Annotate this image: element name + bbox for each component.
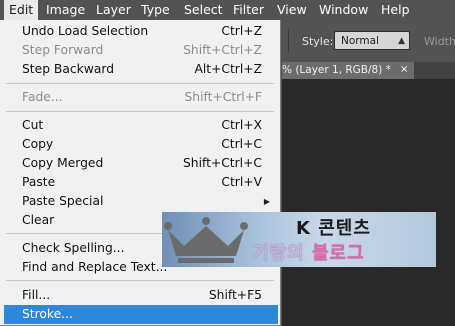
style-dropdown[interactable]: Normal ▲: [334, 31, 410, 50]
menu-item-shortcut: Shift+Ctrl+C: [182, 156, 262, 170]
menu-item-label: Cut: [22, 118, 44, 132]
menu-type[interactable]: Type: [136, 0, 175, 20]
style-value: Normal: [341, 35, 379, 47]
menu-item-label: Paste: [22, 175, 56, 189]
menu-item-label: Step Backward: [22, 62, 114, 76]
menu-item-paste-special[interactable]: Paste Special ▶: [0, 192, 279, 211]
menu-item-stroke[interactable]: Stroke...: [4, 305, 278, 324]
menu-item-shortcut: Alt+Ctrl+Z: [194, 62, 262, 76]
updown-arrows-icon: ▲: [398, 36, 405, 46]
menu-item-undo-load-selection[interactable]: Undo Load Selection Ctrl+Z: [0, 22, 279, 41]
watermark-subtitle: 기랑의 블로그: [252, 239, 365, 265]
menu-item-step-forward[interactable]: Step Forward Shift+Ctrl+Z: [0, 41, 279, 60]
document-tab[interactable]: % (Layer 1, RGB/8) * ×: [282, 62, 414, 79]
menu-item-copy[interactable]: Copy Ctrl+C: [0, 135, 279, 154]
menu-bar: Edit Image Layer Type Select Filter View…: [0, 0, 455, 20]
options-bar: Style: Normal ▲ Width:: [282, 20, 455, 63]
crown-icon: [164, 217, 248, 263]
menu-separator: [6, 111, 274, 112]
menu-item-fade[interactable]: Fade... Shift+Ctrl+F: [0, 88, 279, 107]
menu-item-fill[interactable]: Fill... Shift+F5: [0, 286, 279, 305]
menu-help[interactable]: Help: [376, 0, 415, 20]
menu-item-cut[interactable]: Cut Ctrl+X: [0, 116, 279, 135]
menu-item-shortcut: Ctrl+Z: [221, 24, 262, 38]
watermark-subtitle-b: 블로그: [311, 243, 365, 264]
width-label: Width:: [424, 35, 455, 48]
menu-item-shortcut: Ctrl+C: [221, 137, 262, 151]
menu-edit[interactable]: Edit: [4, 0, 39, 20]
menu-item-label: Stroke...: [22, 307, 73, 321]
menu-item-shortcut: Ctrl+X: [221, 118, 262, 132]
close-icon[interactable]: ×: [400, 62, 408, 78]
canvas-workspace: [282, 79, 455, 326]
menu-item-label: Clear: [22, 213, 55, 227]
menu-item-label: Undo Load Selection: [22, 24, 149, 38]
watermark-banner: K 콘텐츠 기랑의 블로그: [162, 212, 436, 267]
menu-separator: [6, 83, 274, 84]
menu-item-shortcut: Shift+Ctrl+Z: [183, 43, 262, 57]
menu-item-label: Paste Special: [22, 194, 104, 208]
menu-window[interactable]: Window: [314, 0, 373, 20]
menu-item-label: Step Forward: [22, 43, 104, 57]
edit-menu: Undo Load Selection Ctrl+Z Step Forward …: [0, 20, 281, 326]
menu-item-shortcut: Ctrl+V: [221, 175, 262, 189]
menu-item-paste[interactable]: Paste Ctrl+V: [0, 173, 279, 192]
menu-select[interactable]: Select: [179, 0, 228, 20]
menu-image[interactable]: Image: [41, 0, 90, 20]
style-label: Style:: [302, 35, 334, 48]
menu-item-label: Copy Merged: [22, 156, 104, 170]
menu-view[interactable]: View: [272, 0, 312, 20]
watermark-title: K 콘텐츠: [296, 218, 371, 239]
submenu-arrow-icon: ▶: [263, 197, 270, 206]
menu-separator: [6, 280, 274, 281]
menu-filter[interactable]: Filter: [228, 0, 269, 20]
menu-item-label: Fill...: [22, 288, 51, 302]
menu-item-label: Check Spelling...: [22, 241, 125, 255]
menu-item-label: Find and Replace Text...: [22, 260, 168, 274]
watermark-subtitle-a: 기랑의: [252, 243, 312, 264]
menu-item-label: Fade...: [22, 90, 63, 104]
menu-item-label: Copy: [22, 137, 54, 151]
document-tab-bar: % (Layer 1, RGB/8) * ×: [282, 62, 455, 79]
menu-item-copy-merged[interactable]: Copy Merged Shift+Ctrl+C: [0, 154, 279, 173]
menu-item-shortcut: Shift+Ctrl+F: [184, 90, 262, 104]
menu-layer[interactable]: Layer: [91, 0, 136, 20]
menu-item-shortcut: Shift+F5: [208, 288, 262, 302]
document-tab-title: % (Layer 1, RGB/8) *: [282, 64, 391, 76]
menu-item-step-backward[interactable]: Step Backward Alt+Ctrl+Z: [0, 60, 279, 79]
options-divider: [288, 29, 289, 53]
